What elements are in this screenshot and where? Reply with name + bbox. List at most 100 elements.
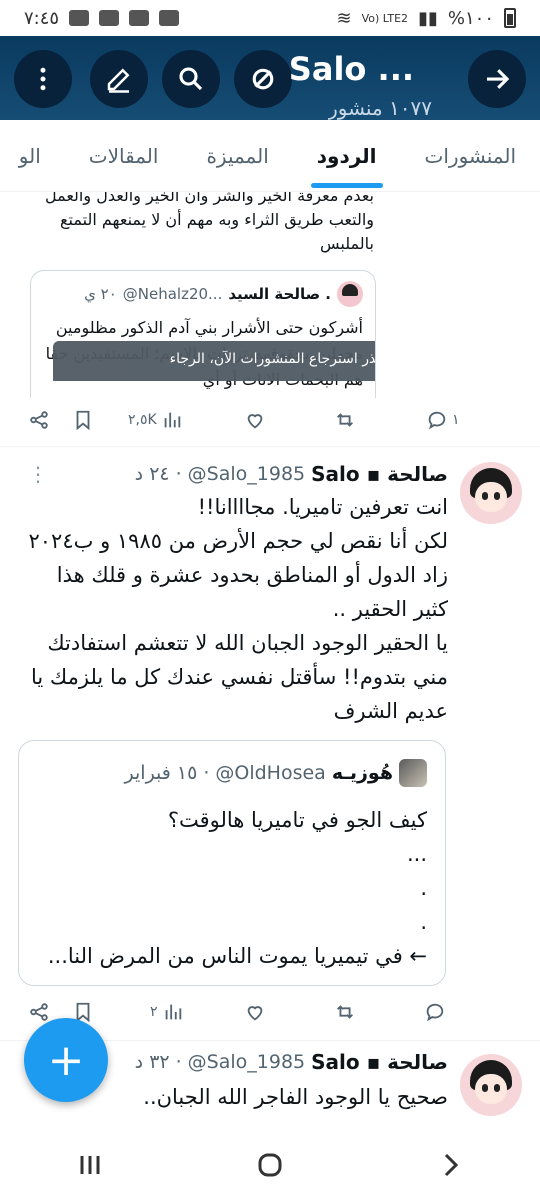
back-nav-button[interactable] [420, 1145, 480, 1185]
profile-tabs: المنشورات الردود المميزة المقالات الو [0, 120, 540, 192]
author-name[interactable]: صالحة ▪ Salo [311, 462, 448, 486]
quote-header: هُوزيـه @OldHosea · ١٥ فبراير [125, 759, 427, 787]
avatar[interactable] [460, 1054, 522, 1116]
share-icon [30, 411, 48, 429]
search-button[interactable] [162, 50, 220, 108]
quote-time: ٢٠ ي [84, 285, 117, 303]
reply-icon [428, 411, 446, 430]
retweet-icon [337, 413, 353, 427]
top-post-actions: ٢,٥K ١ [0, 400, 540, 440]
toast-message: تعذر استرجاع المنشورات الآن، الرجاء [53, 341, 375, 381]
quote-text: كيف الجو في تاميريا هالوقت؟ ... . . ← في… [37, 803, 427, 973]
tab-posts[interactable]: المنشورات [401, 120, 540, 191]
avatar [399, 759, 427, 787]
retweet-button[interactable] [334, 1001, 356, 1023]
avatar[interactable] [460, 462, 522, 524]
heart-icon [247, 414, 263, 429]
avatar-face [475, 482, 507, 512]
avatar-eye [482, 492, 488, 500]
quote-author-handle: @OldHosea [215, 762, 326, 784]
quote-line: . [420, 910, 427, 934]
reply-button[interactable] [424, 1001, 446, 1023]
mute-button[interactable] [234, 50, 292, 108]
retweet-button[interactable] [334, 409, 356, 431]
avatar-eye [494, 1084, 500, 1092]
quote-line: ... [406, 842, 427, 866]
more-options-button[interactable] [14, 50, 72, 108]
arrow-right-icon [487, 69, 510, 89]
post-header: صالحة ▪ Salo @Salo_1985 · ٢٤ د [135, 462, 448, 486]
post-line: عديم الشرف [333, 699, 448, 723]
author-name[interactable]: صالحة ▪ Salo [311, 1050, 448, 1074]
pencil-icon [107, 68, 130, 93]
views-button[interactable]: ٢,٥K [128, 409, 183, 431]
post-time: ٣٢ د [134, 1051, 170, 1073]
quote-line: كيف الجو في تاميريا هالوقت؟ [167, 808, 427, 832]
page-title: Salo ... [288, 50, 414, 88]
post-text: انت تعرفين تاميريا. مجاااانا!! لكن أنا ن… [28, 490, 449, 728]
avatar-eye [482, 1084, 488, 1092]
bookmark-button[interactable] [72, 409, 94, 431]
views-button[interactable]: ٢ [150, 1001, 184, 1023]
bar-chart-icon [165, 1004, 181, 1020]
battery-level: %١٠٠ [447, 7, 494, 29]
quote-time: ١٥ فبراير [124, 762, 198, 784]
reply-count: ١ [452, 412, 460, 428]
tab-articles[interactable]: المقالات [65, 120, 183, 191]
recents-icon [80, 1156, 100, 1174]
like-button[interactable] [244, 1001, 266, 1023]
avatar-eye [494, 492, 500, 500]
share-button[interactable] [28, 1001, 50, 1023]
author-handle: @Salo_1985 [187, 463, 306, 485]
plus-icon: + [47, 1034, 85, 1086]
play-icon [69, 10, 90, 26]
tab-highlights[interactable]: المميزة [182, 120, 292, 191]
search-icon [179, 67, 203, 91]
divider [0, 446, 540, 447]
post-line: انت تعرفين تاميريا. مجاااانا!! [197, 495, 448, 519]
edit-button[interactable] [90, 50, 148, 108]
retweet-icon [337, 1005, 353, 1019]
quote-line: . [420, 876, 427, 900]
post-time: ٢٤ د [134, 463, 170, 485]
instagram-icon [129, 10, 150, 26]
compose-button[interactable]: + [24, 1018, 108, 1102]
reply-post[interactable]: صالحة ▪ Salo @Salo_1985 · ٢٤ د ⋮ انت تعر… [0, 462, 540, 1022]
post-line: يا الحقير الوجود الجبان الله لا تتعشم اس… [47, 631, 448, 655]
share-button[interactable] [28, 409, 50, 431]
post-line: كثير الحقير .. [332, 597, 448, 621]
youtube-icon-2 [159, 10, 180, 26]
top-post-text: بعدم معرفة الخير والشر وأن الخير والعدل … [44, 192, 374, 253]
post-line: مني بتدوم!! سأقتل نفسي عندك كل ما يلزمك … [31, 665, 448, 689]
avatar-face [475, 1074, 507, 1104]
status-left: ٧:٤٥ [24, 7, 180, 29]
quote-author-name: هُوزيـه [331, 762, 393, 784]
home-button[interactable] [240, 1145, 300, 1185]
top-post-card[interactable]: بعدم معرفة الخير والشر وأن الخير والعدل … [22, 192, 394, 398]
post-more-button[interactable]: ⋮ [28, 462, 48, 486]
reply-button[interactable]: ١ [426, 409, 460, 431]
recents-button[interactable] [60, 1145, 120, 1185]
youtube-icon [99, 10, 120, 26]
signal-icon: ▮▮ [418, 7, 438, 29]
top-quoted-post[interactable]: صالحة السيد . @Nehalz20... ٢٠ ي أشركون ح… [30, 270, 376, 398]
chevron-right-icon [444, 1153, 459, 1177]
network-indicator: Vo) LTE2 [361, 11, 409, 25]
back-button[interactable] [468, 50, 526, 108]
tab-media[interactable]: الو [0, 120, 65, 191]
share-icon [30, 1003, 48, 1021]
clock: ٧:٤٥ [24, 7, 60, 29]
status-right: ≋ Vo) LTE2 ▮▮ %١٠٠ [336, 8, 516, 29]
quoted-post[interactable]: هُوزيـه @OldHosea · ١٥ فبراير كيف الجو ف… [18, 740, 446, 986]
quote-author-handle: @Nehalz20... [122, 285, 223, 303]
tab-replies[interactable]: الردود [293, 120, 401, 191]
bookmark-icon [76, 410, 90, 431]
separator: · [203, 762, 210, 784]
views-count: ٢ [150, 1004, 158, 1020]
heart-icon [247, 1006, 263, 1021]
system-nav-bar [0, 1130, 540, 1200]
avatar [337, 281, 363, 307]
like-button[interactable] [244, 409, 266, 431]
views-count: ٢,٥K [128, 412, 157, 428]
post-count: ١٠٧٧ منشور [328, 96, 432, 120]
